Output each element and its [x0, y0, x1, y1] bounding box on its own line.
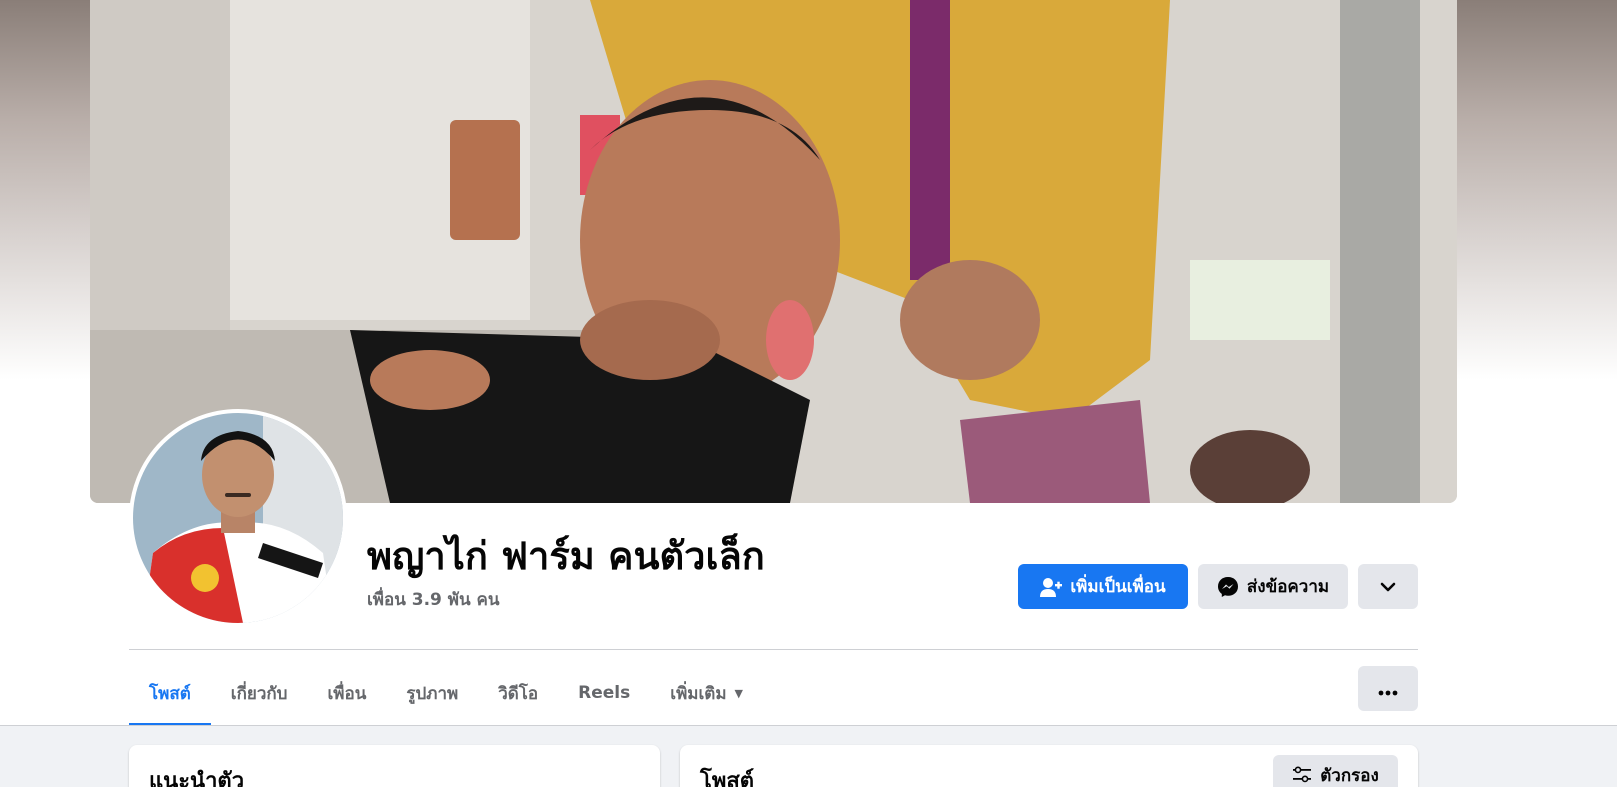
posts-card: โพสต์ ตัวกรอง — [680, 745, 1418, 787]
add-friend-icon — [1040, 577, 1063, 597]
tab-friends[interactable]: เพื่อน — [307, 660, 386, 726]
message-label: ส่งข้อความ — [1246, 577, 1330, 597]
add-friend-label: เพิ่มเป็นเพื่อน — [1070, 577, 1166, 597]
friend-count[interactable]: เพื่อน 3.9 พัน คน — [367, 586, 500, 613]
tab-posts[interactable]: โพสต์ — [129, 660, 211, 726]
intro-card: แนะนำตัว — [129, 745, 660, 787]
intro-title: แนะนำตัว — [149, 769, 245, 787]
add-friend-button[interactable]: เพิ่มเป็นเพื่อน — [1018, 564, 1188, 609]
profile-tabs: โพสต์ เกี่ยวกับ เพื่อน รูปภาพ วิดีโอ Ree… — [129, 660, 763, 726]
tab-about[interactable]: เกี่ยวกับ — [211, 660, 308, 726]
filter-button[interactable]: ตัวกรอง — [1273, 755, 1398, 787]
posts-title: โพสต์ — [700, 769, 755, 787]
ellipsis-icon — [1378, 677, 1398, 701]
tab-reels[interactable]: Reels — [558, 660, 650, 726]
filter-label: ตัวกรอง — [1320, 765, 1379, 786]
tab-videos[interactable]: วิดีโอ — [478, 660, 558, 726]
tabs-overflow-button[interactable] — [1358, 666, 1418, 711]
filter-icon — [1292, 766, 1312, 784]
chevron-down-icon — [1380, 577, 1396, 597]
profile-avatar[interactable] — [129, 409, 347, 627]
caret-down-icon: ▼ — [734, 686, 744, 700]
messenger-icon — [1217, 576, 1239, 598]
tab-photos[interactable]: รูปภาพ — [386, 660, 478, 726]
profile-name: พญาไก่ ฟาร์ม คนตัวเล็ก — [367, 534, 765, 578]
message-button[interactable]: ส่งข้อความ — [1198, 564, 1348, 609]
tab-more[interactable]: เพิ่มเติม ▼ — [650, 660, 763, 726]
header-divider — [129, 649, 1418, 650]
profile-options-button[interactable] — [1358, 564, 1418, 609]
tabs-bottom-border — [0, 725, 1617, 726]
